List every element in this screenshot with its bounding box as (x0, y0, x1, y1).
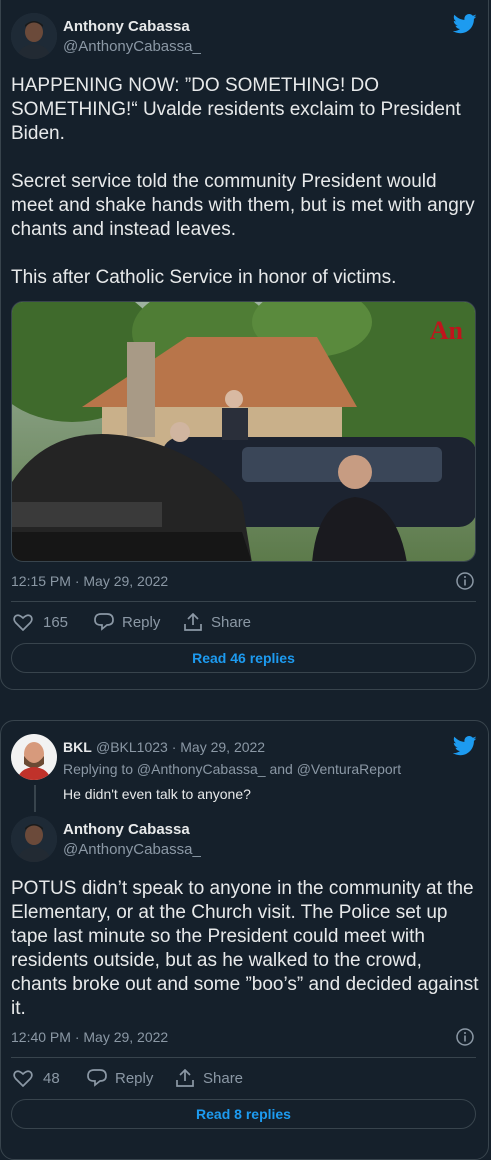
share-button[interactable]: Share (175, 1069, 243, 1087)
divider (11, 1057, 476, 1058)
author-avatar[interactable] (11, 816, 57, 862)
reply-icon (87, 1069, 107, 1087)
info-icon[interactable] (456, 1028, 474, 1046)
like-count: 165 (43, 613, 69, 631)
author-avatar[interactable] (11, 13, 57, 59)
share-button[interactable]: Share (183, 613, 251, 631)
author-handle[interactable]: @AnthonyCabassa_ (63, 38, 201, 55)
reply-button[interactable]: Reply (87, 1069, 153, 1087)
parent-avatar[interactable] (11, 734, 57, 780)
info-icon[interactable] (456, 572, 474, 590)
author-handle[interactable]: @AnthonyCabassa_ (63, 841, 201, 858)
reply-icon (94, 613, 114, 631)
heart-icon (13, 1070, 33, 1087)
video-frame (12, 302, 475, 561)
reply-label: Reply (122, 613, 161, 631)
author-name[interactable]: Anthony Cabassa (63, 18, 190, 35)
thread-connector (34, 785, 36, 812)
twitter-bird-icon[interactable] (453, 14, 477, 34)
share-label: Share (203, 1069, 244, 1087)
divider (11, 601, 476, 602)
parent-tweet-text: He didn't even talk to anyone? (63, 786, 251, 802)
share-label: Share (211, 613, 252, 631)
media-watermark-logo: An (429, 316, 463, 345)
reply-button[interactable]: Reply (94, 613, 160, 631)
like-count: 48 (43, 1069, 60, 1087)
replying-to[interactable]: Replying to @AnthonyCabassa_ and @Ventur… (63, 761, 401, 777)
like-button[interactable]: 165 (13, 613, 68, 631)
read-replies-button[interactable]: Read 46 replies (11, 643, 476, 673)
heart-icon (13, 614, 33, 631)
reply-label: Reply (115, 1069, 154, 1087)
tweet-text: HAPPENING NOW: ”DO SOMETHING! DO SOMETHI… (11, 75, 475, 288)
like-button[interactable]: 48 (13, 1069, 60, 1087)
parent-handle-date[interactable]: @BKL1023 · May 29, 2022 (96, 739, 265, 755)
share-icon (184, 613, 202, 631)
author-name[interactable]: Anthony Cabassa (63, 821, 190, 838)
tweet-text: POTUS didn’t speak to anyone in the comm… (11, 878, 479, 1019)
tweet-timestamp[interactable]: 12:40 PM · May 29, 2022 (11, 1029, 168, 1045)
share-icon (176, 1069, 194, 1087)
tweet-video-media[interactable]: An (11, 301, 476, 562)
twitter-bird-icon[interactable] (453, 736, 477, 756)
tweet-timestamp[interactable]: 12:15 PM · May 29, 2022 (11, 573, 168, 589)
parent-author-name[interactable]: BKL (63, 739, 92, 755)
read-replies-button[interactable]: Read 8 replies (11, 1099, 476, 1129)
